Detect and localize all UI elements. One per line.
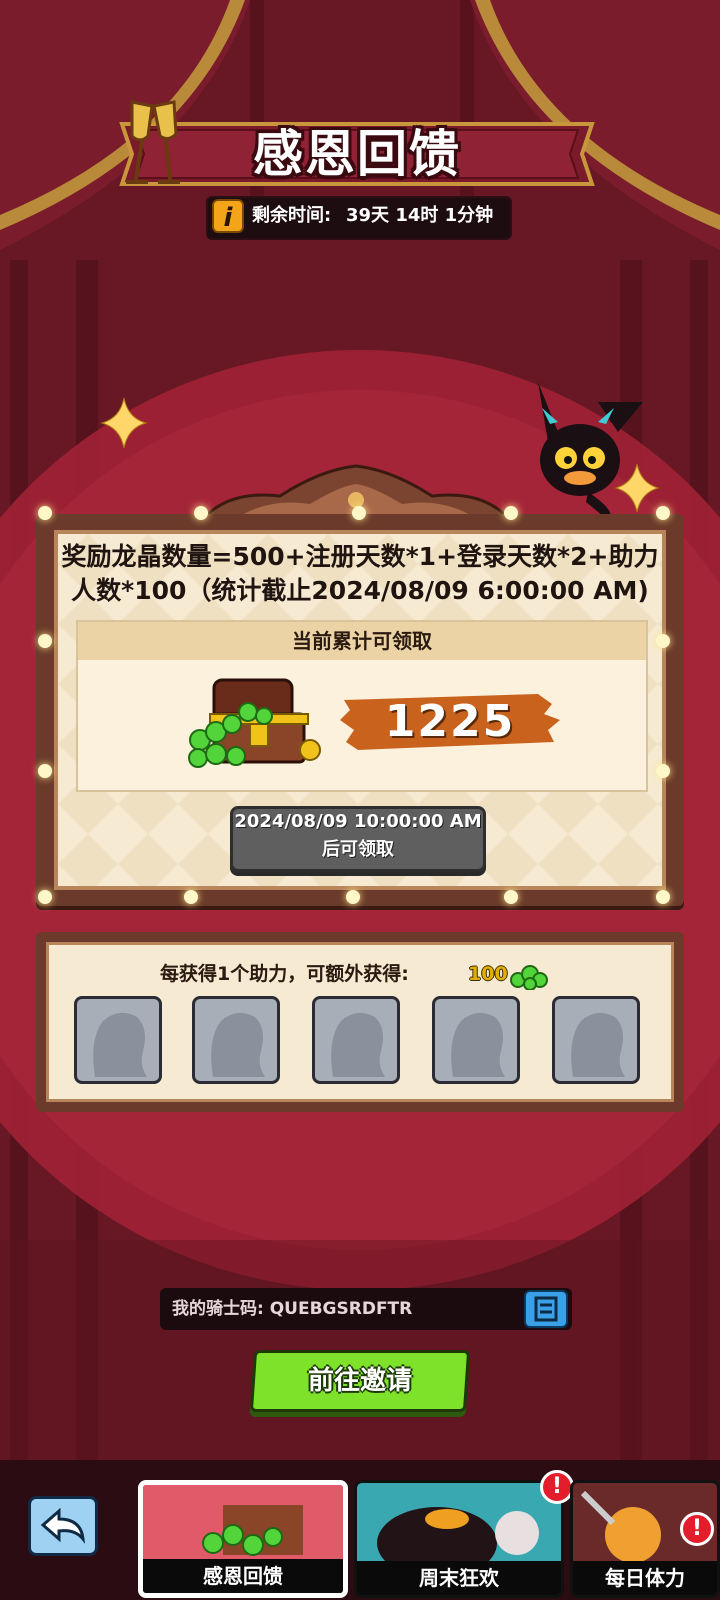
marquee-bulb	[38, 506, 52, 520]
reward-amount: 1225	[384, 696, 516, 747]
dragon-mascot	[538, 382, 643, 520]
marquee-bulb	[656, 506, 670, 520]
marquee-bulb	[656, 890, 670, 904]
empty-avatar-icon	[93, 1012, 147, 1077]
crystal-icon	[510, 965, 548, 990]
invite-button-label: 前往邀请	[307, 1366, 412, 1396]
marquee-bulb	[38, 890, 52, 904]
marquee-bulb	[346, 890, 360, 904]
alert-badge: !	[680, 1512, 714, 1546]
reward-formula: 奖励龙晶数量=500+注册天数*1+登录天数*2+助力人数*100（统计截止20…	[61, 542, 659, 605]
tab-thanks-feedback[interactable]: 感恩回馈	[138, 1480, 348, 1598]
marquee-bulb	[352, 506, 366, 520]
alert-badge: !	[540, 1470, 574, 1504]
tab-image-dragon	[357, 1483, 561, 1579]
back-button[interactable]	[28, 1496, 98, 1556]
helper-slot[interactable]	[74, 996, 162, 1084]
helper-slot[interactable]	[192, 996, 280, 1084]
helper-slot[interactable]	[312, 996, 400, 1084]
timer-value: 39天 14时 1分钟	[346, 205, 494, 226]
accumulated-panel-header: 当前累计可领取	[78, 622, 646, 660]
help-bonus-text: 每获得1个助力，可额外获得:	[160, 963, 409, 985]
marquee-bulb	[656, 764, 670, 778]
marquee-bulb	[656, 634, 670, 648]
empty-avatar-icon	[331, 1012, 385, 1077]
copy-icon	[534, 1296, 558, 1322]
helper-slot[interactable]	[432, 996, 520, 1084]
tab-label: 周末狂欢	[357, 1561, 561, 1595]
copy-code-button[interactable]	[524, 1290, 568, 1328]
marquee-bulb	[504, 890, 518, 904]
empty-avatar-icon	[571, 1012, 625, 1077]
marquee-bulb	[504, 506, 518, 520]
timer-label: 剩余时间:	[252, 205, 332, 226]
tab-label: 每日体力	[573, 1561, 717, 1595]
empty-avatar-icon	[451, 1012, 505, 1077]
knight-code: 我的骑士码: QUEBGSRDFTR	[172, 1299, 413, 1319]
help-bonus-value: 100	[468, 963, 508, 985]
empty-avatar-icon	[211, 1012, 265, 1077]
marquee-bulb	[184, 890, 198, 904]
tab-weekend-carnival[interactable]: 周末狂欢	[354, 1480, 564, 1598]
tab-image-treasure	[143, 1485, 343, 1565]
claim-button-label: 2024/08/09 10:00:00 AM后可领取	[234, 811, 482, 860]
sparkle-icon	[100, 397, 148, 449]
marquee-bulb	[38, 634, 52, 648]
tab-label: 感恩回馈	[143, 1559, 343, 1593]
info-icon[interactable]: i	[212, 199, 244, 233]
back-arrow-icon	[40, 1507, 85, 1544]
marquee-bulb	[194, 506, 208, 520]
page-title: 感恩回馈	[253, 125, 461, 183]
marquee-bulb	[38, 764, 52, 778]
treasure-chest-icon	[188, 678, 321, 768]
helper-slot[interactable]	[552, 996, 640, 1084]
